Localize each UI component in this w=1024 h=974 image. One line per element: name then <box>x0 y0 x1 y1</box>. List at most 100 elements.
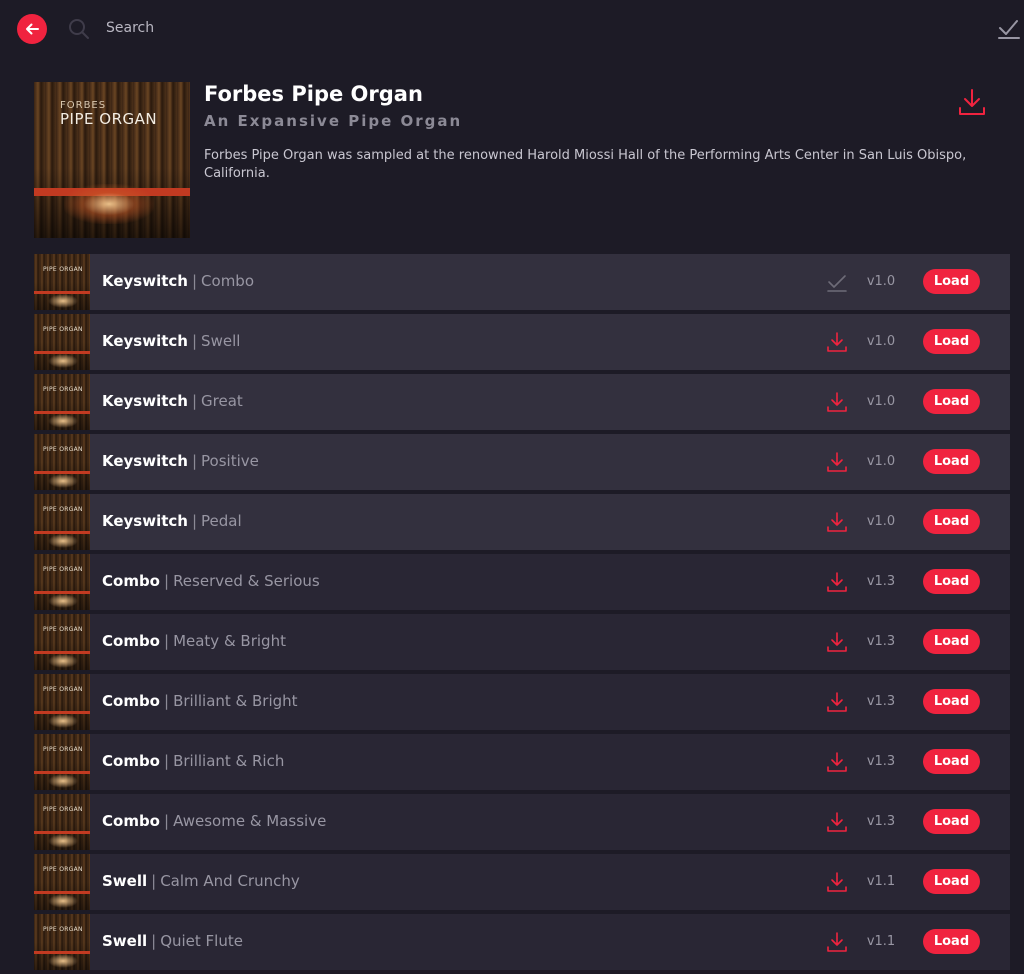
preset-category: Keyswitch <box>102 272 188 290</box>
preset-row[interactable]: PIPE ORGAN Combo | Awesome & Massive v1.3 Loa… <box>34 794 1010 850</box>
thumb-label: PIPE ORGAN <box>43 686 83 693</box>
preset-name: Combo | Meaty & Bright <box>102 632 286 650</box>
preset-version: v1.0 <box>866 454 896 469</box>
preset-subname: Swell <box>201 332 241 350</box>
download-all-icon[interactable] <box>958 88 986 118</box>
preset-row[interactable]: PIPE ORGAN Keyswitch | Swell v1.0 Load <box>34 314 1010 370</box>
load-button[interactable]: Load <box>923 749 980 774</box>
thumb-glow <box>48 354 78 368</box>
preset-category: Keyswitch <box>102 332 188 350</box>
preset-separator: | <box>191 332 198 350</box>
preset-row[interactable]: PIPE ORGAN Swell | Quiet Flute v1.1 Load <box>34 914 1010 970</box>
preset-row[interactable]: PIPE ORGAN Combo | Reserved & Serious v1.3 Lo… <box>34 554 1010 610</box>
preset-row[interactable]: PIPE ORGAN Keyswitch | Great v1.0 Load <box>34 374 1010 430</box>
preset-subname: Positive <box>201 452 259 470</box>
back-button[interactable] <box>17 14 47 44</box>
preset-category: Combo <box>102 812 160 830</box>
load-button[interactable]: Load <box>923 689 980 714</box>
preset-version: v1.1 <box>866 874 896 889</box>
download-icon[interactable] <box>826 930 848 954</box>
load-button[interactable]: Load <box>923 629 980 654</box>
check-icon[interactable] <box>998 18 1020 40</box>
download-icon[interactable] <box>826 690 848 714</box>
preset-row[interactable]: PIPE ORGAN Combo | Meaty & Bright v1.3 Load <box>34 614 1010 670</box>
preset-category: Swell <box>102 932 148 950</box>
download-icon[interactable] <box>826 450 848 474</box>
preset-thumbnail: PIPE ORGAN <box>34 314 90 370</box>
thumb-label: PIPE ORGAN <box>43 506 83 513</box>
preset-subname: Reserved & Serious <box>173 572 320 590</box>
preset-category: Combo <box>102 632 160 650</box>
load-button[interactable]: Load <box>923 569 980 594</box>
preset-thumbnail: PIPE ORGAN <box>34 914 90 970</box>
load-button[interactable]: Load <box>923 389 980 414</box>
installed-check-icon <box>827 275 847 292</box>
preset-version: v1.0 <box>866 274 896 289</box>
preset-row[interactable]: PIPE ORGAN Keyswitch | Positive v1.0 Load <box>34 434 1010 490</box>
arrow-left-icon <box>26 23 39 35</box>
download-icon[interactable] <box>826 810 848 834</box>
preset-subname: Pedal <box>201 512 242 530</box>
thumb-glow <box>48 594 78 608</box>
search-input[interactable]: Search <box>106 20 154 36</box>
preset-row[interactable]: PIPE ORGAN Combo | Brilliant & Bright v1.3 Lo… <box>34 674 1010 730</box>
download-icon[interactable] <box>826 630 848 654</box>
load-button[interactable]: Load <box>923 329 980 354</box>
preset-subname: Combo <box>201 272 255 290</box>
preset-version: v1.3 <box>866 634 896 649</box>
preset-row[interactable]: PIPE ORGAN Swell | Calm And Crunchy v1.1 Load <box>34 854 1010 910</box>
download-icon[interactable] <box>826 750 848 774</box>
thumb-glow <box>48 954 78 968</box>
thumb-glow <box>48 654 78 668</box>
preset-name: Combo | Brilliant & Rich <box>102 752 284 770</box>
preset-row[interactable]: PIPE ORGAN Keyswitch | Pedal v1.0 Load <box>34 494 1010 550</box>
preset-category: Combo <box>102 692 160 710</box>
search-icon[interactable] <box>68 18 90 40</box>
load-button[interactable]: Load <box>923 869 980 894</box>
product-description: Forbes Pipe Organ was sampled at the ren… <box>204 148 967 181</box>
thumb-label: PIPE ORGAN <box>43 446 83 453</box>
thumb-label: PIPE ORGAN <box>43 746 83 753</box>
thumb-glow <box>48 414 78 428</box>
cover-title-text: PIPE ORGAN <box>60 110 158 128</box>
download-icon[interactable] <box>826 390 848 414</box>
preset-version: v1.0 <box>866 514 896 529</box>
thumb-glow <box>48 894 78 908</box>
load-button[interactable]: Load <box>923 449 980 474</box>
preset-row[interactable]: PIPE ORGAN Combo | Brilliant & Rich v1.3 Load <box>34 734 1010 790</box>
preset-category: Combo <box>102 572 160 590</box>
preset-separator: | <box>164 692 170 710</box>
preset-thumbnail: PIPE ORGAN <box>34 794 90 850</box>
preset-name: Swell | Calm And Crunchy <box>102 872 300 890</box>
preset-category: Keyswitch <box>102 392 188 410</box>
download-icon[interactable] <box>826 510 848 534</box>
preset-version: v1.3 <box>866 754 896 769</box>
preset-separator: | <box>164 812 170 830</box>
preset-subname: Calm And Crunchy <box>160 872 300 890</box>
product-subtitle: An Expansive Pipe Organ <box>204 112 463 130</box>
preset-thumbnail: PIPE ORGAN <box>34 674 90 730</box>
preset-row[interactable]: PIPE ORGAN Keyswitch | Combo v1.0 Load <box>34 254 1010 310</box>
preset-thumbnail: PIPE ORGAN <box>34 254 90 310</box>
preset-category: Keyswitch <box>102 512 188 530</box>
download-icon[interactable] <box>826 330 848 354</box>
download-icon[interactable] <box>826 870 848 894</box>
preset-thumbnail: PIPE ORGAN <box>34 494 90 550</box>
product-cover-image: FORBES PIPE ORGAN <box>34 82 190 238</box>
preset-separator: | <box>151 932 157 950</box>
load-button[interactable]: Load <box>923 809 980 834</box>
load-button[interactable]: Load <box>923 929 980 954</box>
preset-subname: Meaty & Bright <box>173 632 286 650</box>
download-icon[interactable] <box>826 570 848 594</box>
top-bar: Search <box>0 0 1024 60</box>
load-button[interactable]: Load <box>923 269 980 294</box>
thumb-glow <box>48 834 78 848</box>
preset-separator: | <box>191 272 198 290</box>
thumb-glow <box>48 474 78 488</box>
preset-name: Combo | Reserved & Serious <box>102 572 320 590</box>
preset-separator: | <box>164 572 170 590</box>
load-button[interactable]: Load <box>923 509 980 534</box>
preset-separator: | <box>191 452 198 470</box>
preset-category: Combo <box>102 752 160 770</box>
thumb-label: PIPE ORGAN <box>43 866 83 873</box>
